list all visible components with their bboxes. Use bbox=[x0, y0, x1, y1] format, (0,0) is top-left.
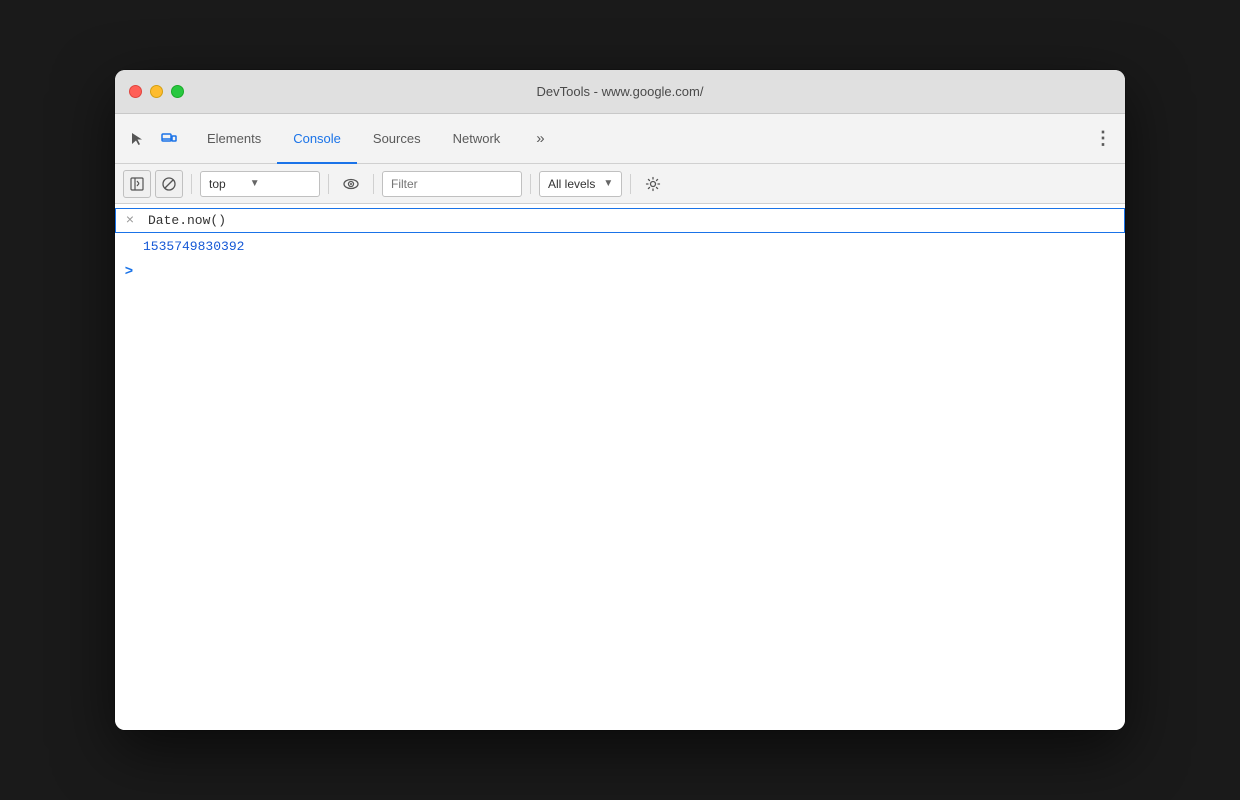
tab-elements[interactable]: Elements bbox=[191, 114, 277, 164]
console-toolbar: top ▼ All levels ▼ bbox=[115, 164, 1125, 204]
device-toggle-button[interactable] bbox=[155, 125, 183, 153]
minimize-button[interactable] bbox=[150, 85, 163, 98]
toolbar-divider-2 bbox=[328, 174, 329, 194]
entry-close-btn[interactable]: × bbox=[116, 209, 144, 229]
toolbar-divider-1 bbox=[191, 174, 192, 194]
window-title: DevTools - www.google.com/ bbox=[537, 84, 704, 99]
console-output[interactable]: × 1535749830392 > bbox=[115, 204, 1125, 730]
tab-sources[interactable]: Sources bbox=[357, 114, 437, 164]
devtools-menu-button[interactable]: ⋮ bbox=[1089, 125, 1117, 153]
context-selector[interactable]: top ▼ bbox=[200, 171, 320, 197]
settings-button[interactable] bbox=[639, 170, 667, 198]
toolbar-divider-3 bbox=[373, 174, 374, 194]
console-prompt-input[interactable] bbox=[143, 265, 1125, 280]
toolbar-divider-4 bbox=[530, 174, 531, 194]
tab-console[interactable]: Console bbox=[277, 114, 357, 164]
close-button[interactable] bbox=[129, 85, 142, 98]
console-result-value: 1535749830392 bbox=[115, 237, 1125, 258]
traffic-lights bbox=[129, 85, 184, 98]
console-prompt-row: > bbox=[115, 258, 1125, 286]
toolbar-divider-5 bbox=[630, 174, 631, 194]
devtools-window: DevTools - www.google.com/ Elements bbox=[115, 70, 1125, 730]
tab-more-button[interactable]: » bbox=[520, 114, 560, 164]
inspect-element-button[interactable] bbox=[123, 125, 151, 153]
console-input-field[interactable] bbox=[144, 209, 1124, 232]
tab-icon-group bbox=[123, 125, 183, 153]
prompt-chevron-icon: > bbox=[115, 264, 143, 280]
watch-expressions-button[interactable] bbox=[337, 170, 365, 198]
sidebar-toggle-button[interactable] bbox=[123, 170, 151, 198]
console-entry-input: × bbox=[115, 208, 1125, 233]
tab-network[interactable]: Network bbox=[437, 114, 517, 164]
maximize-button[interactable] bbox=[171, 85, 184, 98]
tabs-bar: Elements Console Sources Network » ⋮ bbox=[115, 114, 1125, 164]
filter-input[interactable] bbox=[382, 171, 522, 197]
log-levels-selector[interactable]: All levels ▼ bbox=[539, 171, 622, 197]
clear-console-button[interactable] bbox=[155, 170, 183, 198]
title-bar: DevTools - www.google.com/ bbox=[115, 70, 1125, 114]
